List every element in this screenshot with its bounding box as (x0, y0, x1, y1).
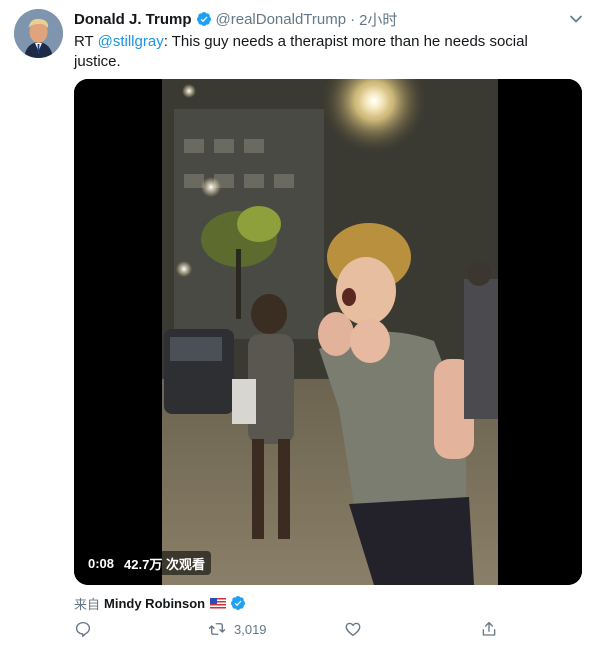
tweet: Donald J. Trump @realDonaldTrump · 2小时 R… (0, 0, 597, 649)
tweet-header: Donald J. Trump @realDonaldTrump · 2小时 (74, 9, 397, 29)
timestamp[interactable]: 2小时 (359, 9, 397, 30)
video-player[interactable]: 0:08 42.7万 次观看 (74, 79, 582, 585)
reply-button[interactable] (74, 620, 100, 638)
chevron-down-icon[interactable] (569, 12, 583, 26)
share-icon (482, 621, 496, 636)
reply-icon (75, 621, 91, 637)
source-user[interactable]: Mindy Robinson (104, 596, 205, 611)
avatar[interactable] (14, 9, 63, 58)
source-prefix: 来自 (74, 596, 101, 612)
video-frame (74, 79, 582, 585)
retweet-count: 3,019 (234, 621, 267, 637)
verified-badge-icon (231, 596, 246, 610)
tweet-text: RT @stillgray: This guy needs a therapis… (74, 32, 574, 72)
display-name[interactable]: Donald J. Trump (74, 11, 192, 28)
mention-link[interactable]: @stillgray (98, 33, 164, 50)
retweet-icon (208, 623, 226, 635)
video-overlay: 0:08 42.7万 次观看 (82, 551, 211, 575)
retweet-source: 来自 Mindy Robinson (74, 594, 246, 612)
like-button[interactable] (344, 620, 370, 638)
retweet-button[interactable]: 3,019 (208, 620, 267, 638)
user-handle[interactable]: @realDonaldTrump (216, 11, 347, 28)
tweet-actions: 3,019 (74, 620, 514, 642)
us-flag-icon (210, 597, 227, 609)
verified-badge-icon (196, 12, 211, 26)
separator-dot: · (350, 10, 356, 28)
like-icon (345, 622, 361, 637)
tweet-text-prefix: RT (74, 33, 98, 50)
video-views: 42.7万 次观看 (124, 556, 205, 572)
share-button[interactable] (480, 620, 498, 638)
video-duration: 0:08 (88, 555, 115, 571)
